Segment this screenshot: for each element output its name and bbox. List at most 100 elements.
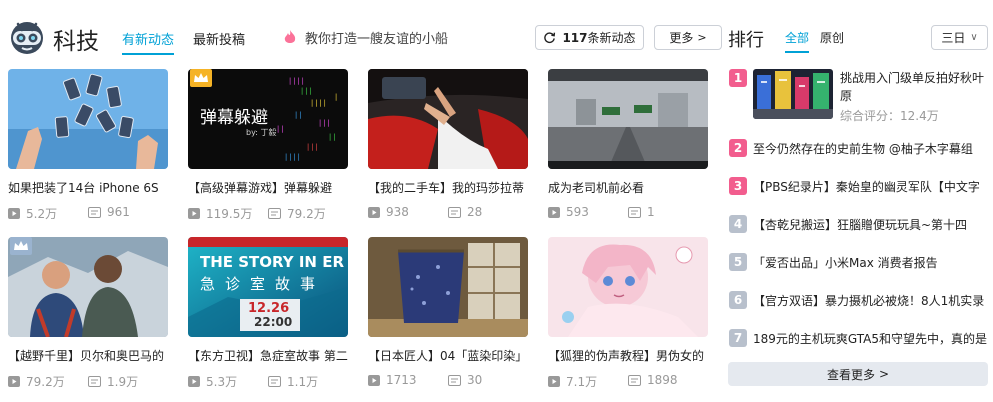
refresh-icon: [544, 32, 556, 44]
play-count: 1713: [368, 373, 417, 387]
video-stats: 5.2万 961: [8, 205, 168, 222]
ranking-thumbnail[interactable]: [753, 69, 833, 119]
video-stats: 119.5万 79.2万: [188, 205, 348, 222]
refresh-count: 117: [562, 30, 588, 45]
ranking-title-text[interactable]: 【杏乾兒搬运】狂腦贈便玩玩具~第十四: [753, 216, 989, 233]
video-title[interactable]: 【狐狸的伪声教程】男伪女的: [548, 347, 708, 364]
video-thumbnail[interactable]: [548, 69, 708, 169]
video-card[interactable]: 【日本匠人】04「蓝染印染」 1713 30: [368, 237, 528, 397]
play-icon: [188, 208, 200, 219]
tab-new-activity[interactable]: 有新动态: [122, 29, 175, 55]
danmaku-count: 1.9万: [88, 373, 138, 390]
danmaku-count: 30: [448, 373, 482, 387]
ranking-title-text[interactable]: 189元的主机玩爽GTA5和守望先中，真的是: [753, 330, 989, 347]
danmaku-icon: [88, 206, 101, 218]
danmaku-count: 1898: [628, 373, 678, 387]
video-thumbnail[interactable]: [8, 69, 168, 169]
play-count: 938: [368, 205, 409, 219]
video-thumbnail[interactable]: THE STORY IN ER 急诊室故事 12.26 22:00: [188, 237, 348, 337]
video-card[interactable]: 【狐狸的伪声教程】男伪女的 7.1万 1898: [548, 237, 708, 397]
play-count: 119.5万: [188, 205, 252, 222]
rank-number: 5: [729, 253, 747, 271]
video-card[interactable]: 如果把装了14台 iPhone 6S 5.2万 961: [8, 69, 168, 229]
ranking-title-text[interactable]: 【官方双语】暴力摄机必被烧！8人1机实录: [753, 292, 989, 309]
danmaku-count: 79.2万: [268, 205, 326, 222]
video-thumbnail[interactable]: [8, 237, 168, 337]
ranking-item[interactable]: 1 挑战用入门级单反拍好秋叶原 综合评分：12.4万: [729, 69, 989, 125]
video-card[interactable]: 【越野千里】贝尔和奥巴马的 79.2万 1.9万: [8, 237, 168, 397]
ranking-tab-original[interactable]: 原创: [820, 29, 844, 51]
danmaku-icon: [628, 374, 641, 386]
video-thumbnail[interactable]: |||| ||| |||| || ||| || ||| |||| | || 弹幕…: [188, 69, 348, 169]
chevron-right-icon: >: [878, 367, 890, 381]
view-more-label: 查看更多: [826, 367, 875, 382]
ranking-range-select[interactable]: 三日 ∨: [931, 25, 988, 50]
section-title: 科技: [53, 29, 99, 55]
rank-number: 6: [729, 291, 747, 309]
danmaku-count: 1: [628, 205, 655, 219]
danmaku-count: 961: [88, 205, 130, 219]
ranking-title: 排行: [728, 30, 764, 51]
play-icon: [8, 376, 20, 387]
rank-number: 1: [729, 69, 747, 87]
thumb-title-text: 弹幕躲避: [200, 108, 268, 128]
video-title[interactable]: 【高级弹幕游戏】弹幕躲避: [188, 179, 348, 196]
video-thumbnail[interactable]: [368, 69, 528, 169]
video-title[interactable]: 【越野千里】贝尔和奥巴马的: [8, 347, 168, 364]
video-thumbnail[interactable]: [548, 237, 708, 337]
crown-badge-icon: [10, 237, 32, 255]
ranking-title-text[interactable]: 【PBS纪录片】秦始皇的幽灵军队【中文字: [753, 178, 989, 195]
play-count: 5.2万: [8, 205, 57, 222]
video-title[interactable]: 【东方卫视】急症室故事 第二: [188, 347, 348, 364]
video-title[interactable]: 【我的二手车】我的玛莎拉蒂: [368, 179, 528, 196]
video-title[interactable]: 成为老司机前必看: [548, 179, 708, 196]
danmaku-icon: [628, 206, 641, 218]
thumb-author-text: by: 丁毅: [246, 128, 277, 137]
svg-text:|||: |||: [300, 87, 313, 95]
svg-text:||||: ||||: [288, 77, 305, 85]
play-count: 593: [548, 205, 589, 219]
range-value: 三日: [941, 31, 966, 45]
flame-icon: [284, 30, 296, 43]
more-button[interactable]: 更多 >: [654, 25, 722, 50]
thumb-subtitle-text: 急诊室故事: [200, 275, 326, 293]
svg-text:||: ||: [276, 125, 284, 133]
video-stats: 1713 30: [368, 373, 528, 387]
promo-link[interactable]: 教你打造一艘友谊的小船: [283, 28, 448, 47]
video-card[interactable]: 成为老司机前必看 593 1: [548, 69, 708, 229]
ranking-title-text[interactable]: 挑战用入门级单反拍好秋叶原: [840, 69, 988, 105]
ranking-tab-all[interactable]: 全部: [785, 29, 810, 53]
video-thumbnail[interactable]: [368, 237, 528, 337]
play-icon: [548, 376, 560, 387]
danmaku-count: 1.1万: [268, 373, 318, 390]
tab-latest-uploads[interactable]: 最新投稿: [193, 29, 245, 53]
play-count: 79.2万: [8, 373, 65, 390]
video-stats: 5.3万 1.1万: [188, 373, 348, 390]
chevron-right-icon: >: [697, 31, 707, 44]
play-count: 5.3万: [188, 373, 237, 390]
video-title[interactable]: 如果把装了14台 iPhone 6S: [8, 179, 168, 196]
play-icon: [368, 206, 380, 218]
thumb-title-text: THE STORY IN ER: [200, 253, 345, 271]
thumb-date-text: 12.26: [248, 301, 290, 316]
section-header: 科技 有新动态 最新投稿 教你打造一艘友谊的小船 117 条新动态 更多 > 排…: [0, 0, 993, 70]
refresh-activity-button[interactable]: 117 条新动态: [535, 25, 644, 50]
video-card[interactable]: |||| ||| |||| || ||| || ||| |||| | || 弹幕…: [188, 69, 348, 229]
crown-badge-icon: [190, 69, 212, 87]
more-label: 更多: [669, 31, 694, 45]
rank-number: 3: [729, 177, 747, 195]
rank-number: 7: [729, 329, 747, 347]
ranking-title-text[interactable]: 「爱否出品」小米Max 消费者报告: [753, 254, 989, 271]
svg-text:||: ||: [294, 111, 302, 119]
video-title[interactable]: 【日本匠人】04「蓝染印染」: [368, 347, 528, 364]
svg-text:|||: |||: [318, 119, 331, 127]
video-card[interactable]: 【我的二手车】我的玛莎拉蒂 938 28: [368, 69, 528, 229]
ranking-score: 综合评分：12.4万: [840, 109, 939, 123]
view-more-button[interactable]: 查看更多 >: [728, 362, 988, 386]
refresh-label: 条新动态: [587, 31, 636, 45]
danmaku-icon: [268, 208, 281, 219]
svg-text:||: ||: [328, 133, 336, 141]
video-stats: 7.1万 1898: [548, 373, 708, 389]
video-card[interactable]: THE STORY IN ER 急诊室故事 12.26 22:00 【东方卫视】…: [188, 237, 348, 397]
ranking-title-text[interactable]: 至今仍然存在的史前生物 @柚子木字幕组: [753, 140, 989, 157]
